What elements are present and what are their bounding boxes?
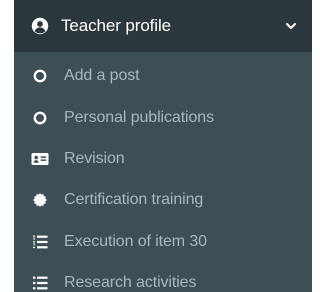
user-circle-icon bbox=[30, 16, 50, 36]
circle-outline-icon bbox=[30, 108, 50, 128]
menu-item-label: Add a post bbox=[64, 67, 140, 84]
menu-item-label: Execution of item 30 bbox=[64, 233, 207, 250]
menu-item-label: Research activities bbox=[64, 274, 197, 291]
certificate-icon bbox=[30, 190, 50, 210]
menu-item-personal-publications[interactable]: Personal publications bbox=[14, 98, 312, 138]
teacher-profile-submenu: Add a post Personal publications Revisio… bbox=[14, 52, 312, 292]
teacher-profile-menu-toggle[interactable]: Teacher profile bbox=[14, 0, 312, 52]
menu-item-research-activities[interactable]: Research activities bbox=[14, 263, 312, 292]
menu-header-label: Teacher profile bbox=[61, 16, 172, 35]
list-ol-icon bbox=[30, 232, 50, 252]
chevron-down-icon[interactable] bbox=[284, 19, 298, 33]
menu-item-revision[interactable]: Revision bbox=[14, 139, 312, 179]
list-ul-icon bbox=[30, 273, 50, 292]
menu-item-label: Revision bbox=[64, 150, 125, 167]
id-card-icon bbox=[30, 149, 50, 169]
sidebar-menu: Teacher profile Add a post Personal publ… bbox=[0, 0, 312, 292]
menu-item-certification-training[interactable]: Certification training bbox=[14, 180, 312, 220]
circle-outline-icon bbox=[30, 66, 50, 86]
menu-item-execution-of-item-30[interactable]: Execution of item 30 bbox=[14, 222, 312, 262]
menu-item-add-a-post[interactable]: Add a post bbox=[14, 56, 312, 96]
menu-item-label: Certification training bbox=[64, 191, 204, 208]
menu-item-label: Personal publications bbox=[64, 109, 214, 126]
